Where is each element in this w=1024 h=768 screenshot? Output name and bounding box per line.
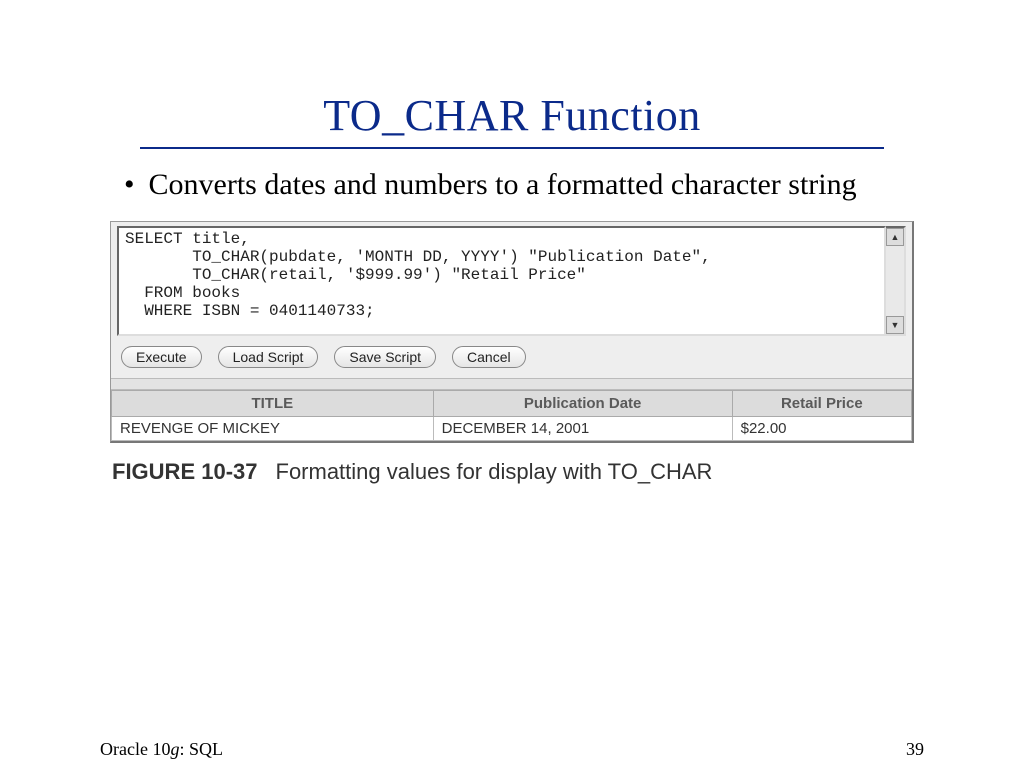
- cell-title: REVENGE OF MICKEY: [112, 417, 434, 441]
- slide-title: TO_CHAR Function: [100, 90, 924, 141]
- title-rule: [140, 147, 884, 149]
- sql-textarea[interactable]: SELECT title, TO_CHAR(pubdate, 'MONTH DD…: [117, 226, 886, 336]
- figure-text: Formatting values for display with TO_CH…: [276, 459, 713, 484]
- scroll-down-icon[interactable]: ▼: [886, 316, 904, 334]
- bullet-list: Converts dates and numbers to a formatte…: [124, 167, 916, 203]
- cancel-button[interactable]: Cancel: [452, 346, 526, 368]
- footer-page: 39: [906, 739, 924, 760]
- figure-label: FIGURE 10-37: [112, 459, 258, 484]
- table-row: REVENGE OF MICKEY DECEMBER 14, 2001 $22.…: [112, 417, 912, 441]
- panel-divider: [111, 378, 912, 390]
- col-retail: Retail Price: [732, 391, 911, 417]
- button-row: Execute Load Script Save Script Cancel: [111, 342, 912, 378]
- execute-button[interactable]: Execute: [121, 346, 202, 368]
- col-title: TITLE: [112, 391, 434, 417]
- scrollbar[interactable]: ▲ ▼: [886, 226, 906, 336]
- footer-source: Oracle 10g: SQL: [100, 739, 223, 760]
- bullet-item: Converts dates and numbers to a formatte…: [124, 167, 916, 203]
- table-header-row: TITLE Publication Date Retail Price: [112, 391, 912, 417]
- sql-panel: SELECT title, TO_CHAR(pubdate, 'MONTH DD…: [110, 221, 914, 443]
- result-table: TITLE Publication Date Retail Price REVE…: [111, 390, 912, 441]
- col-pubdate: Publication Date: [433, 391, 732, 417]
- cell-pubdate: DECEMBER 14, 2001: [433, 417, 732, 441]
- load-script-button[interactable]: Load Script: [218, 346, 319, 368]
- save-script-button[interactable]: Save Script: [334, 346, 436, 368]
- cell-retail: $22.00: [732, 417, 911, 441]
- figure-caption: FIGURE 10-37 Formatting values for displa…: [112, 459, 912, 485]
- scroll-up-icon[interactable]: ▲: [886, 228, 904, 246]
